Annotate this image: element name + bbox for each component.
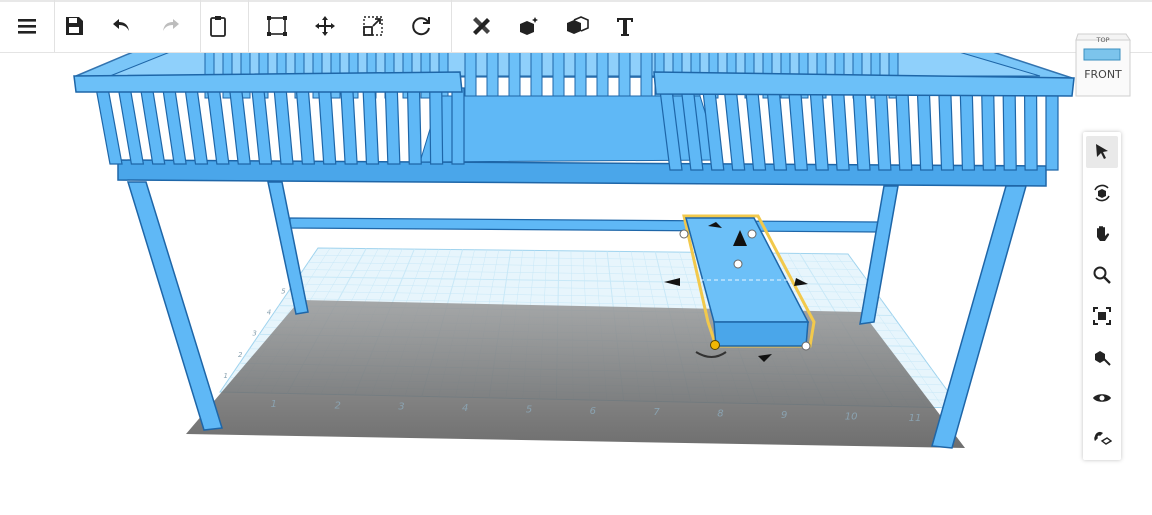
front-baluster <box>317 87 337 165</box>
resize-handle[interactable] <box>801 341 811 351</box>
perspective-icon[interactable] <box>1086 341 1118 373</box>
floor-shadow <box>186 300 965 448</box>
duplicate-icon[interactable] <box>559 8 595 44</box>
resize-handle[interactable] <box>747 229 757 239</box>
front-baluster <box>873 89 892 171</box>
snap-icon[interactable] <box>1086 423 1118 455</box>
front-baluster <box>959 89 976 171</box>
view-cube[interactable]: TOP FRONT <box>1072 30 1132 98</box>
undo-icon[interactable] <box>104 8 140 44</box>
grid-x-tick: 2 <box>334 400 340 411</box>
main-toolbar <box>0 0 1152 53</box>
front-baluster <box>830 89 850 171</box>
front-baluster <box>139 87 166 165</box>
front-baluster <box>406 87 422 165</box>
orbit-icon[interactable] <box>1086 177 1118 209</box>
front-baluster <box>340 87 358 165</box>
fit-view-icon[interactable] <box>1086 300 1118 332</box>
front-baluster <box>723 89 746 171</box>
move-icon[interactable] <box>307 8 343 44</box>
clipboard-icon[interactable] <box>200 8 236 44</box>
front-baluster <box>429 87 444 165</box>
workplane[interactable]: 1234567891011 123456 <box>186 247 965 448</box>
front-baluster <box>916 89 934 171</box>
grid-x-tick: 11 <box>909 413 922 424</box>
resize-handle[interactable] <box>679 229 689 239</box>
front-baluster <box>228 87 251 165</box>
front-baluster <box>384 87 401 165</box>
scale-icon[interactable] <box>355 8 391 44</box>
select-icon[interactable] <box>1086 136 1118 168</box>
front-baluster <box>1045 89 1059 171</box>
front-baluster <box>295 87 316 165</box>
text-icon[interactable] <box>607 8 643 44</box>
front-baluster <box>852 89 871 171</box>
front-baluster <box>895 89 913 171</box>
view-cube-front-label: FRONT <box>1084 68 1122 81</box>
front-baluster <box>788 89 808 171</box>
pan-icon[interactable] <box>1086 218 1118 250</box>
visibility-icon[interactable] <box>1086 382 1118 414</box>
front-baluster <box>451 87 465 165</box>
group-icon[interactable] <box>259 8 295 44</box>
3d-viewport[interactable]: 1234567891011 123456 <box>0 0 1152 515</box>
view-cube-top-label: TOP <box>1095 36 1109 44</box>
grid-x-tick: 7 <box>653 407 660 418</box>
view-toolbar <box>1083 132 1121 460</box>
front-baluster <box>184 87 209 165</box>
rotate-icon[interactable] <box>403 8 439 44</box>
front-baluster <box>809 89 829 171</box>
front-baluster <box>745 89 767 171</box>
front-baluster <box>1002 89 1017 171</box>
front-baluster <box>273 87 294 165</box>
redo-icon[interactable] <box>152 8 188 44</box>
grid-x-tick: 8 <box>717 409 723 420</box>
grid-x-tick: 10 <box>845 411 858 422</box>
front-baluster <box>95 87 123 165</box>
front-baluster <box>981 89 996 171</box>
height-handle[interactable] <box>733 259 743 269</box>
save-icon[interactable] <box>56 8 92 44</box>
front-baluster <box>251 87 273 165</box>
front-baluster <box>162 87 187 165</box>
front-baluster <box>938 89 955 171</box>
front-baluster <box>766 89 788 171</box>
corner-handle[interactable] <box>710 340 720 350</box>
grid-y-tick: 2 <box>238 351 243 359</box>
menu-icon[interactable] <box>9 8 45 44</box>
front-baluster <box>206 87 230 165</box>
zoom-icon[interactable] <box>1086 259 1118 291</box>
grid-y-tick: 5 <box>281 287 286 295</box>
ruler-icon[interactable] <box>463 8 499 44</box>
front-baluster <box>1023 89 1038 171</box>
grid-x-tick: 9 <box>781 410 787 421</box>
grid-y-tick: 3 <box>252 330 256 338</box>
workplane-icon[interactable] <box>511 8 547 44</box>
grid-x-tick: 5 <box>526 404 532 415</box>
front-baluster <box>117 87 145 165</box>
grid-x-tick: 3 <box>398 402 404 413</box>
front-baluster <box>362 87 380 165</box>
grid-x-tick: 1 <box>271 399 277 410</box>
grid-y-tick: 1 <box>224 372 228 380</box>
grid-y-tick: 4 <box>267 309 271 317</box>
grid-x-tick: 4 <box>462 403 468 414</box>
grid-x-tick: 6 <box>590 406 596 417</box>
